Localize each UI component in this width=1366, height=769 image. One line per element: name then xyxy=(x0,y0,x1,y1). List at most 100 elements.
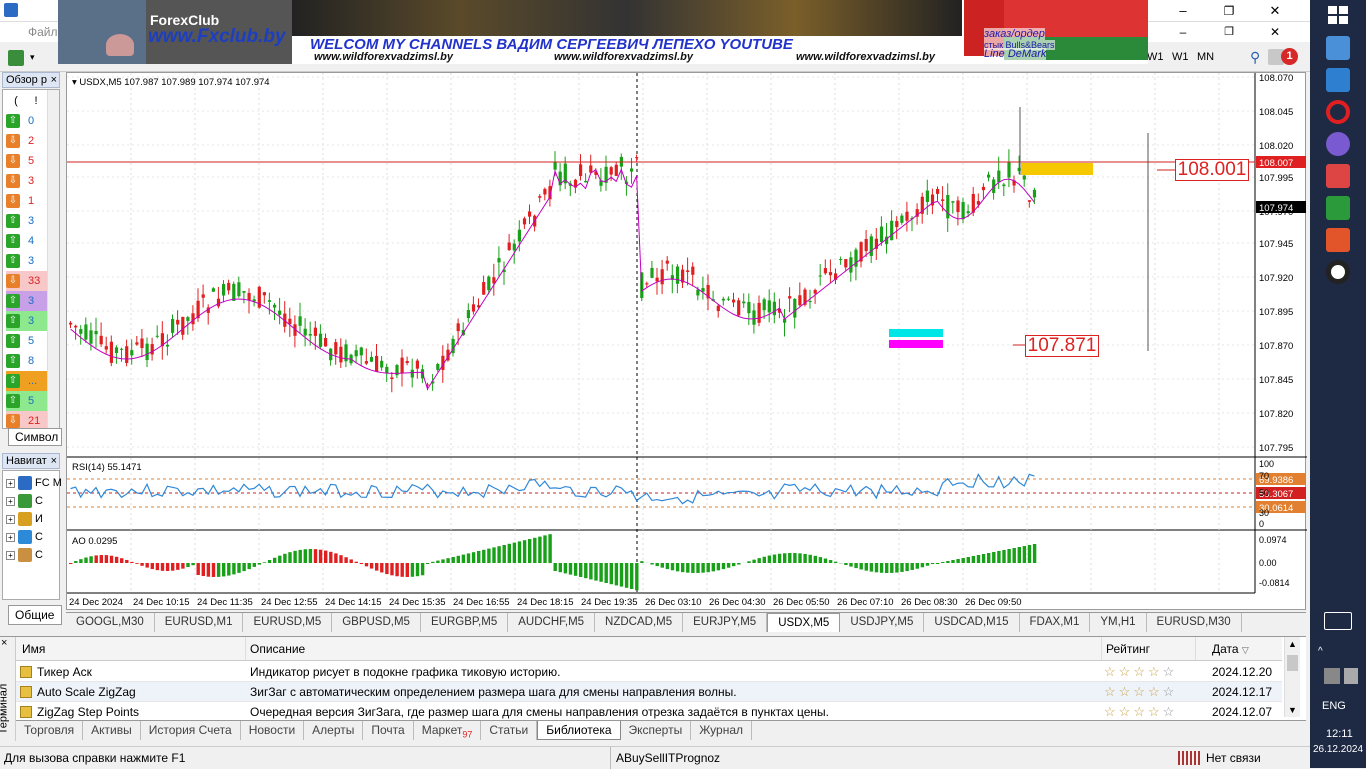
price-tick: 107.820 xyxy=(1259,409,1293,420)
tab-symbols[interactable]: Символ xyxy=(8,428,62,446)
ao-bar xyxy=(870,563,873,572)
tab-chart[interactable]: USDX,M5 xyxy=(767,613,840,632)
tab-chart[interactable]: YM,H1 xyxy=(1090,613,1146,632)
ao-bar xyxy=(727,563,730,568)
period-mn-button[interactable]: MN xyxy=(1197,51,1214,63)
script-icon xyxy=(20,666,32,678)
col-rating[interactable]: Рейтинг xyxy=(1102,637,1196,660)
terminal-tab[interactable]: Активы xyxy=(83,721,141,740)
terminal-tab[interactable]: История Счета xyxy=(141,721,241,740)
chevron-up-icon[interactable]: ^ xyxy=(1318,646,1323,657)
calculator-icon[interactable] xyxy=(1326,196,1350,220)
tab-chart[interactable]: GOOGL,M30 xyxy=(66,613,155,632)
period-w1-button[interactable]: W1 xyxy=(1147,51,1164,63)
candle xyxy=(125,340,128,367)
market-badge: 97 xyxy=(462,729,472,739)
navigator-item[interactable]: +FC M xyxy=(6,473,62,493)
ao-bar xyxy=(390,563,393,575)
terminal-tab[interactable]: Почта xyxy=(363,721,413,740)
mt4-icon[interactable] xyxy=(1326,228,1350,252)
keyboard-icon[interactable] xyxy=(1324,612,1352,630)
close-icon[interactable]: × xyxy=(1,637,7,649)
tab-chart[interactable]: NZDCAD,M5 xyxy=(595,613,683,632)
col-date[interactable]: Дата ▽ xyxy=(1196,637,1282,660)
tab-chart[interactable]: EURUSD,M1 xyxy=(155,613,244,632)
volume-icon[interactable] xyxy=(1344,668,1358,684)
terminal-tab[interactable]: Журнал xyxy=(691,721,752,740)
tab-chart[interactable]: USDJPY,M5 xyxy=(840,613,924,632)
opera-icon[interactable] xyxy=(1326,100,1350,124)
tab-chart[interactable]: GBPUSD,M5 xyxy=(332,613,421,632)
ao-bar xyxy=(191,563,194,565)
library-row[interactable]: ZigZag Step PointsОчередная версия ЗигЗа… xyxy=(16,702,1282,722)
notification-badge[interactable]: 1 xyxy=(1281,48,1298,65)
terminal-tab[interactable]: Новости xyxy=(241,721,304,740)
tab-chart[interactable]: EURUSD,M30 xyxy=(1147,613,1242,632)
ao-bar xyxy=(860,563,863,569)
price-chart[interactable]: 108.070108.045108.020107.995107.970107.9… xyxy=(66,72,1306,610)
rating-stars: ☆☆☆☆☆ xyxy=(1102,702,1196,721)
clock-date[interactable]: 26.12.2024 xyxy=(1310,744,1366,755)
candle xyxy=(452,335,455,356)
language-indicator[interactable]: ENG xyxy=(1322,700,1346,712)
tab-chart[interactable]: EURUSD,M5 xyxy=(243,613,332,632)
period-w1-button[interactable]: W1 xyxy=(1172,51,1189,63)
tab-chart[interactable]: USDCAD,M15 xyxy=(924,613,1019,632)
ao-bar xyxy=(288,552,291,563)
search-icon[interactable]: ⚲ xyxy=(1250,49,1260,66)
navigator-item[interactable]: +С xyxy=(6,527,62,547)
terminal-tab[interactable]: Алерты xyxy=(304,721,363,740)
col-name[interactable]: Имя xyxy=(16,637,246,660)
library-row[interactable]: Auto Scale ZigZagЗигЗаг с автоматическим… xyxy=(16,682,1282,702)
tab-chart[interactable]: EURGBP,M5 xyxy=(421,613,508,632)
status-connection[interactable]: Нет связи xyxy=(1206,748,1261,768)
new-order-icon[interactable] xyxy=(8,50,24,66)
tab-chart[interactable]: EURJPY,M5 xyxy=(683,613,767,632)
menu-file[interactable]: Файл xyxy=(28,25,58,39)
close-button[interactable]: ✕ xyxy=(1252,0,1298,22)
ao-bar xyxy=(625,563,628,588)
terminal-tabs: ТорговляАктивыИстория СчетаНовостиАлерты… xyxy=(16,720,1306,740)
start-icon[interactable] xyxy=(1328,6,1348,24)
terminal-tab[interactable]: Библиотека xyxy=(537,721,620,740)
candle xyxy=(946,183,949,232)
terminal-tab[interactable]: Эксперты xyxy=(621,721,692,740)
status-profile[interactable]: ABuySellITPrognoz xyxy=(616,748,720,768)
navigator-item[interactable]: +С xyxy=(6,545,62,565)
ao-bar xyxy=(334,553,337,563)
ao-bar xyxy=(202,563,205,576)
tab-chart[interactable]: FDAX,M1 xyxy=(1020,613,1091,632)
tab-common[interactable]: Общие xyxy=(8,605,62,625)
terminal-tab[interactable]: Маркет97 xyxy=(414,721,482,740)
ao-bar xyxy=(574,563,577,576)
library-row[interactable]: Тикер АскИндикатор рисует в подокне граф… xyxy=(16,662,1282,682)
terminal-tab[interactable]: Статьи xyxy=(481,721,537,740)
rsi-tick: 0 xyxy=(1259,519,1264,529)
tab-chart[interactable]: AUDCHF,M5 xyxy=(508,613,595,632)
ao-bar xyxy=(146,563,149,568)
restore-button[interactable]: ❐ xyxy=(1206,0,1252,22)
candle xyxy=(528,205,531,225)
paint-icon[interactable] xyxy=(1326,132,1350,156)
candle xyxy=(962,198,965,224)
ao-bar xyxy=(615,563,618,585)
record-icon[interactable] xyxy=(1326,260,1350,284)
ao-bar xyxy=(482,550,485,563)
network-icon[interactable] xyxy=(1324,668,1340,684)
ao-bar xyxy=(263,562,266,563)
minimize-button[interactable]: – xyxy=(1160,0,1206,22)
scrollbar[interactable] xyxy=(47,90,59,429)
chevron-down-icon[interactable]: ▾ xyxy=(30,52,35,63)
speaker-app-icon[interactable] xyxy=(1326,164,1350,188)
banner-site: www.Fxclub.by xyxy=(148,26,286,48)
explorer-icon[interactable] xyxy=(1326,36,1350,60)
navigator-item[interactable]: +С xyxy=(6,491,62,511)
navigator-item[interactable]: +И xyxy=(6,509,62,529)
arrow-up-icon: ⇧ xyxy=(6,114,20,128)
scrollbar[interactable]: ▲ ▼ xyxy=(1284,637,1300,717)
clock-time[interactable]: 12:11 xyxy=(1326,728,1353,740)
outlook-icon[interactable] xyxy=(1326,68,1350,92)
col-description[interactable]: Описание xyxy=(246,637,1102,660)
ao-bar xyxy=(875,563,878,572)
terminal-tab[interactable]: Торговля xyxy=(16,721,83,740)
